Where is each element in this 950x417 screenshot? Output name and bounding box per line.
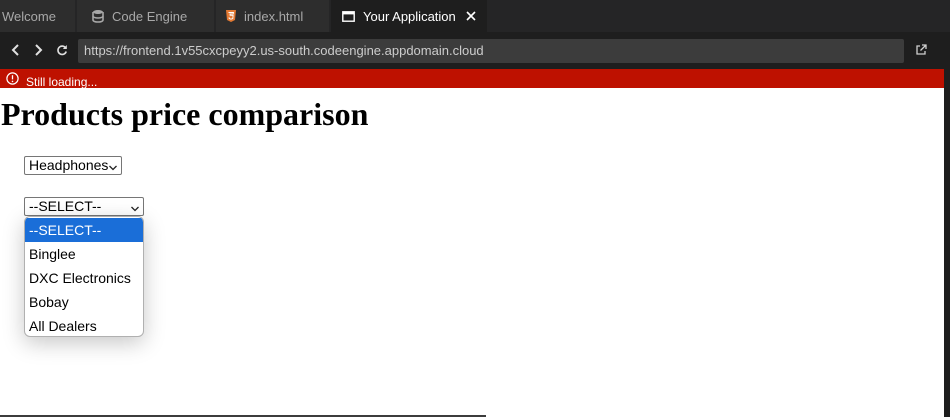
dealer-select-value: --SELECT--	[29, 198, 102, 214]
editor-tab-bar: Welcome Code Engine index.html Your Appl…	[0, 0, 950, 32]
dealer-option-binglee[interactable]: Binglee	[25, 242, 143, 266]
dealer-select[interactable]: --SELECT--	[24, 197, 144, 216]
html5-icon	[226, 10, 236, 22]
chevron-down-icon	[108, 160, 118, 177]
dealer-option-bobay[interactable]: Bobay	[25, 290, 143, 314]
loading-alert-bar: Still loading...	[0, 69, 944, 88]
browser-toolbar: https://frontend.1v55cxcpeyy2.us-south.c…	[0, 32, 950, 69]
dealer-option-dxc-electronics[interactable]: DXC Electronics	[25, 266, 143, 290]
tab-code-engine[interactable]: Code Engine	[77, 0, 215, 32]
page-title: Products price comparison	[1, 96, 369, 132]
tab-label: index.html	[244, 8, 304, 24]
tab-your-application[interactable]: Your Application	[331, 0, 488, 32]
database-icon	[92, 9, 104, 23]
dealer-options-list: --SELECT-- Binglee DXC Electronics Bobay…	[24, 216, 144, 337]
tab-label: Welcome	[2, 8, 56, 24]
dealer-option-select[interactable]: --SELECT--	[25, 218, 143, 242]
forward-icon[interactable]	[30, 42, 46, 58]
tab-welcome[interactable]: Welcome	[0, 0, 76, 32]
tab-label: Code Engine	[112, 8, 188, 24]
info-icon	[6, 72, 19, 88]
product-select[interactable]: Headphones	[24, 156, 122, 175]
browser-window-icon	[342, 10, 355, 22]
reload-icon[interactable]	[54, 42, 70, 58]
close-icon[interactable]	[466, 11, 476, 21]
product-select-value: Headphones	[29, 157, 109, 173]
dealer-option-all-dealers[interactable]: All Dealers	[25, 314, 143, 336]
tab-index-html[interactable]: index.html	[216, 0, 330, 32]
url-input[interactable]: https://frontend.1v55cxcpeyy2.us-south.c…	[78, 39, 904, 63]
alert-text: Still loading...	[26, 75, 98, 88]
scrollbar-track[interactable]	[944, 69, 950, 417]
open-external-icon[interactable]	[914, 43, 928, 57]
back-icon[interactable]	[8, 42, 24, 58]
tab-label: Your Application	[363, 8, 456, 24]
